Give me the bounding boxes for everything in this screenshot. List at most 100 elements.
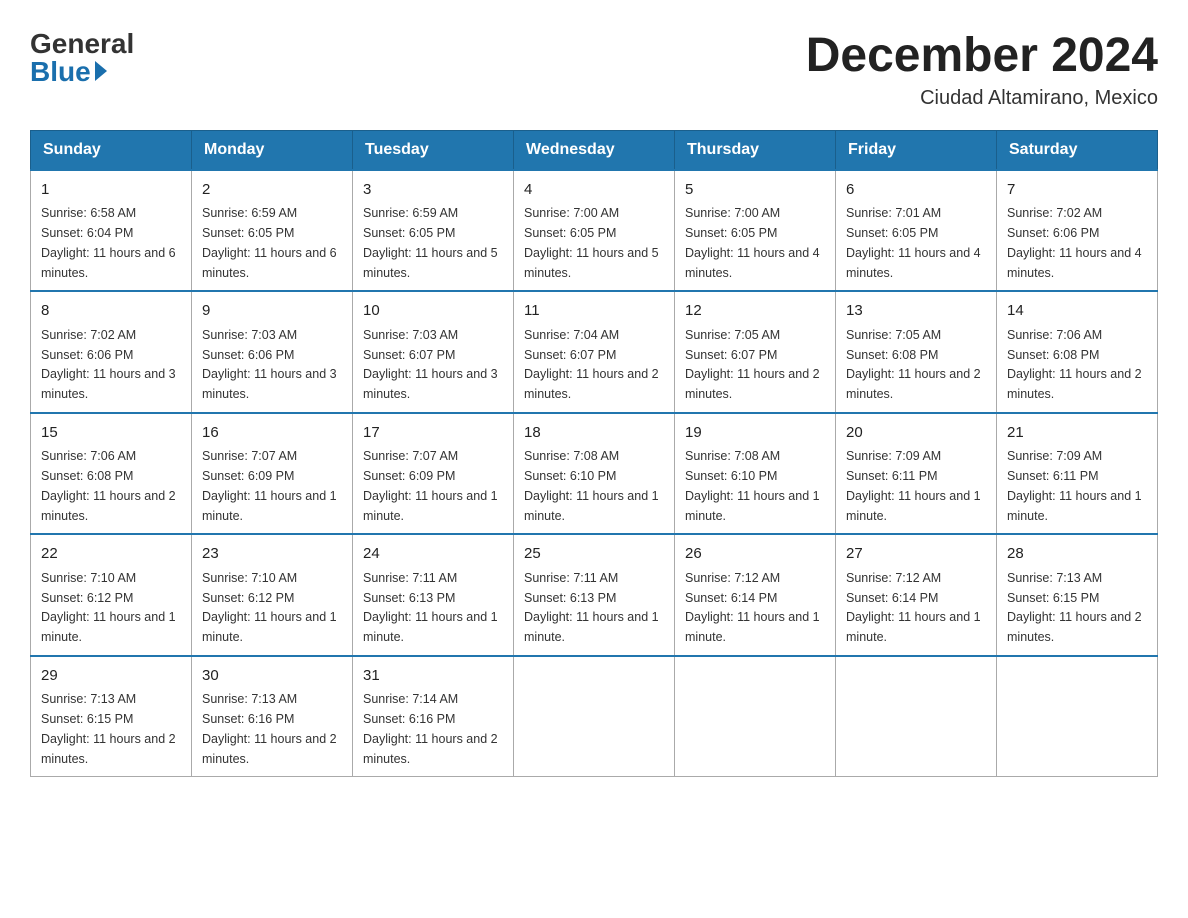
day-number: 10	[363, 300, 503, 323]
day-number: 4	[524, 179, 664, 202]
calendar-cell-5-3: 31 Sunrise: 7:14 AMSunset: 6:16 PMDaylig…	[353, 656, 514, 777]
calendar-cell-5-5	[675, 656, 836, 777]
calendar-cell-1-7: 7 Sunrise: 7:02 AMSunset: 6:06 PMDayligh…	[997, 170, 1158, 292]
calendar-week-3: 15 Sunrise: 7:06 AMSunset: 6:08 PMDaylig…	[31, 413, 1158, 535]
calendar-cell-5-1: 29 Sunrise: 7:13 AMSunset: 6:15 PMDaylig…	[31, 656, 192, 777]
calendar-cell-3-3: 17 Sunrise: 7:07 AMSunset: 6:09 PMDaylig…	[353, 413, 514, 535]
day-info: Sunrise: 7:13 AMSunset: 6:16 PMDaylight:…	[202, 692, 337, 765]
calendar-cell-5-7	[997, 656, 1158, 777]
logo: General Blue	[30, 30, 134, 86]
calendar-cell-3-5: 19 Sunrise: 7:08 AMSunset: 6:10 PMDaylig…	[675, 413, 836, 535]
day-number: 16	[202, 422, 342, 445]
day-info: Sunrise: 7:00 AMSunset: 6:05 PMDaylight:…	[685, 206, 820, 279]
calendar-cell-4-7: 28 Sunrise: 7:13 AMSunset: 6:15 PMDaylig…	[997, 534, 1158, 656]
calendar-cell-3-7: 21 Sunrise: 7:09 AMSunset: 6:11 PMDaylig…	[997, 413, 1158, 535]
calendar-cell-4-5: 26 Sunrise: 7:12 AMSunset: 6:14 PMDaylig…	[675, 534, 836, 656]
header-monday: Monday	[192, 130, 353, 170]
day-info: Sunrise: 7:11 AMSunset: 6:13 PMDaylight:…	[524, 571, 659, 644]
day-number: 5	[685, 179, 825, 202]
day-info: Sunrise: 7:00 AMSunset: 6:05 PMDaylight:…	[524, 206, 659, 279]
calendar-header: Sunday Monday Tuesday Wednesday Thursday…	[31, 130, 1158, 170]
calendar-table: Sunday Monday Tuesday Wednesday Thursday…	[30, 130, 1158, 778]
calendar-cell-1-3: 3 Sunrise: 6:59 AMSunset: 6:05 PMDayligh…	[353, 170, 514, 292]
header-friday: Friday	[836, 130, 997, 170]
day-number: 18	[524, 422, 664, 445]
day-number: 26	[685, 543, 825, 566]
day-info: Sunrise: 7:03 AMSunset: 6:07 PMDaylight:…	[363, 328, 498, 401]
day-info: Sunrise: 7:08 AMSunset: 6:10 PMDaylight:…	[685, 449, 820, 522]
calendar-week-4: 22 Sunrise: 7:10 AMSunset: 6:12 PMDaylig…	[31, 534, 1158, 656]
logo-general-text: General	[30, 30, 134, 58]
header-sunday: Sunday	[31, 130, 192, 170]
calendar-cell-5-4	[514, 656, 675, 777]
calendar-cell-4-2: 23 Sunrise: 7:10 AMSunset: 6:12 PMDaylig…	[192, 534, 353, 656]
day-number: 28	[1007, 543, 1147, 566]
day-info: Sunrise: 7:10 AMSunset: 6:12 PMDaylight:…	[41, 571, 176, 644]
calendar-week-2: 8 Sunrise: 7:02 AMSunset: 6:06 PMDayligh…	[31, 291, 1158, 413]
day-info: Sunrise: 7:13 AMSunset: 6:15 PMDaylight:…	[1007, 571, 1142, 644]
day-number: 27	[846, 543, 986, 566]
calendar-week-5: 29 Sunrise: 7:13 AMSunset: 6:15 PMDaylig…	[31, 656, 1158, 777]
day-info: Sunrise: 6:59 AMSunset: 6:05 PMDaylight:…	[363, 206, 498, 279]
day-number: 6	[846, 179, 986, 202]
day-info: Sunrise: 7:13 AMSunset: 6:15 PMDaylight:…	[41, 692, 176, 765]
calendar-cell-4-3: 24 Sunrise: 7:11 AMSunset: 6:13 PMDaylig…	[353, 534, 514, 656]
day-number: 3	[363, 179, 503, 202]
day-info: Sunrise: 7:01 AMSunset: 6:05 PMDaylight:…	[846, 206, 981, 279]
calendar-cell-5-2: 30 Sunrise: 7:13 AMSunset: 6:16 PMDaylig…	[192, 656, 353, 777]
day-info: Sunrise: 7:07 AMSunset: 6:09 PMDaylight:…	[202, 449, 337, 522]
day-info: Sunrise: 7:10 AMSunset: 6:12 PMDaylight:…	[202, 571, 337, 644]
day-number: 23	[202, 543, 342, 566]
day-number: 11	[524, 300, 664, 323]
day-info: Sunrise: 7:02 AMSunset: 6:06 PMDaylight:…	[41, 328, 176, 401]
header-saturday: Saturday	[997, 130, 1158, 170]
calendar-cell-2-1: 8 Sunrise: 7:02 AMSunset: 6:06 PMDayligh…	[31, 291, 192, 413]
month-title: December 2024	[806, 30, 1158, 83]
calendar-cell-3-1: 15 Sunrise: 7:06 AMSunset: 6:08 PMDaylig…	[31, 413, 192, 535]
day-number: 21	[1007, 422, 1147, 445]
calendar-body: 1 Sunrise: 6:58 AMSunset: 6:04 PMDayligh…	[31, 170, 1158, 777]
calendar-cell-1-4: 4 Sunrise: 7:00 AMSunset: 6:05 PMDayligh…	[514, 170, 675, 292]
calendar-cell-4-6: 27 Sunrise: 7:12 AMSunset: 6:14 PMDaylig…	[836, 534, 997, 656]
day-info: Sunrise: 7:06 AMSunset: 6:08 PMDaylight:…	[41, 449, 176, 522]
calendar-cell-2-2: 9 Sunrise: 7:03 AMSunset: 6:06 PMDayligh…	[192, 291, 353, 413]
day-info: Sunrise: 7:08 AMSunset: 6:10 PMDaylight:…	[524, 449, 659, 522]
header-tuesday: Tuesday	[353, 130, 514, 170]
day-info: Sunrise: 7:12 AMSunset: 6:14 PMDaylight:…	[685, 571, 820, 644]
title-section: December 2024 Ciudad Altamirano, Mexico	[806, 30, 1158, 110]
day-info: Sunrise: 7:04 AMSunset: 6:07 PMDaylight:…	[524, 328, 659, 401]
logo-blue-text: Blue	[30, 58, 91, 86]
day-number: 30	[202, 665, 342, 688]
calendar-cell-3-6: 20 Sunrise: 7:09 AMSunset: 6:11 PMDaylig…	[836, 413, 997, 535]
calendar-cell-2-6: 13 Sunrise: 7:05 AMSunset: 6:08 PMDaylig…	[836, 291, 997, 413]
day-info: Sunrise: 7:05 AMSunset: 6:08 PMDaylight:…	[846, 328, 981, 401]
day-number: 12	[685, 300, 825, 323]
day-info: Sunrise: 7:05 AMSunset: 6:07 PMDaylight:…	[685, 328, 820, 401]
calendar-cell-5-6	[836, 656, 997, 777]
day-number: 17	[363, 422, 503, 445]
calendar-cell-4-4: 25 Sunrise: 7:11 AMSunset: 6:13 PMDaylig…	[514, 534, 675, 656]
day-number: 15	[41, 422, 181, 445]
day-number: 31	[363, 665, 503, 688]
calendar-cell-1-2: 2 Sunrise: 6:59 AMSunset: 6:05 PMDayligh…	[192, 170, 353, 292]
calendar-cell-4-1: 22 Sunrise: 7:10 AMSunset: 6:12 PMDaylig…	[31, 534, 192, 656]
calendar-cell-2-4: 11 Sunrise: 7:04 AMSunset: 6:07 PMDaylig…	[514, 291, 675, 413]
day-number: 13	[846, 300, 986, 323]
header-thursday: Thursday	[675, 130, 836, 170]
calendar-header-row: Sunday Monday Tuesday Wednesday Thursday…	[31, 130, 1158, 170]
day-info: Sunrise: 7:07 AMSunset: 6:09 PMDaylight:…	[363, 449, 498, 522]
day-number: 9	[202, 300, 342, 323]
day-number: 25	[524, 543, 664, 566]
day-number: 1	[41, 179, 181, 202]
calendar-cell-1-6: 6 Sunrise: 7:01 AMSunset: 6:05 PMDayligh…	[836, 170, 997, 292]
day-info: Sunrise: 7:09 AMSunset: 6:11 PMDaylight:…	[1007, 449, 1142, 522]
calendar-cell-2-7: 14 Sunrise: 7:06 AMSunset: 6:08 PMDaylig…	[997, 291, 1158, 413]
day-info: Sunrise: 6:58 AMSunset: 6:04 PMDaylight:…	[41, 206, 176, 279]
day-info: Sunrise: 7:11 AMSunset: 6:13 PMDaylight:…	[363, 571, 498, 644]
calendar-cell-1-5: 5 Sunrise: 7:00 AMSunset: 6:05 PMDayligh…	[675, 170, 836, 292]
day-info: Sunrise: 6:59 AMSunset: 6:05 PMDaylight:…	[202, 206, 337, 279]
header-wednesday: Wednesday	[514, 130, 675, 170]
calendar-week-1: 1 Sunrise: 6:58 AMSunset: 6:04 PMDayligh…	[31, 170, 1158, 292]
day-info: Sunrise: 7:12 AMSunset: 6:14 PMDaylight:…	[846, 571, 981, 644]
logo-arrow-icon	[95, 61, 107, 81]
